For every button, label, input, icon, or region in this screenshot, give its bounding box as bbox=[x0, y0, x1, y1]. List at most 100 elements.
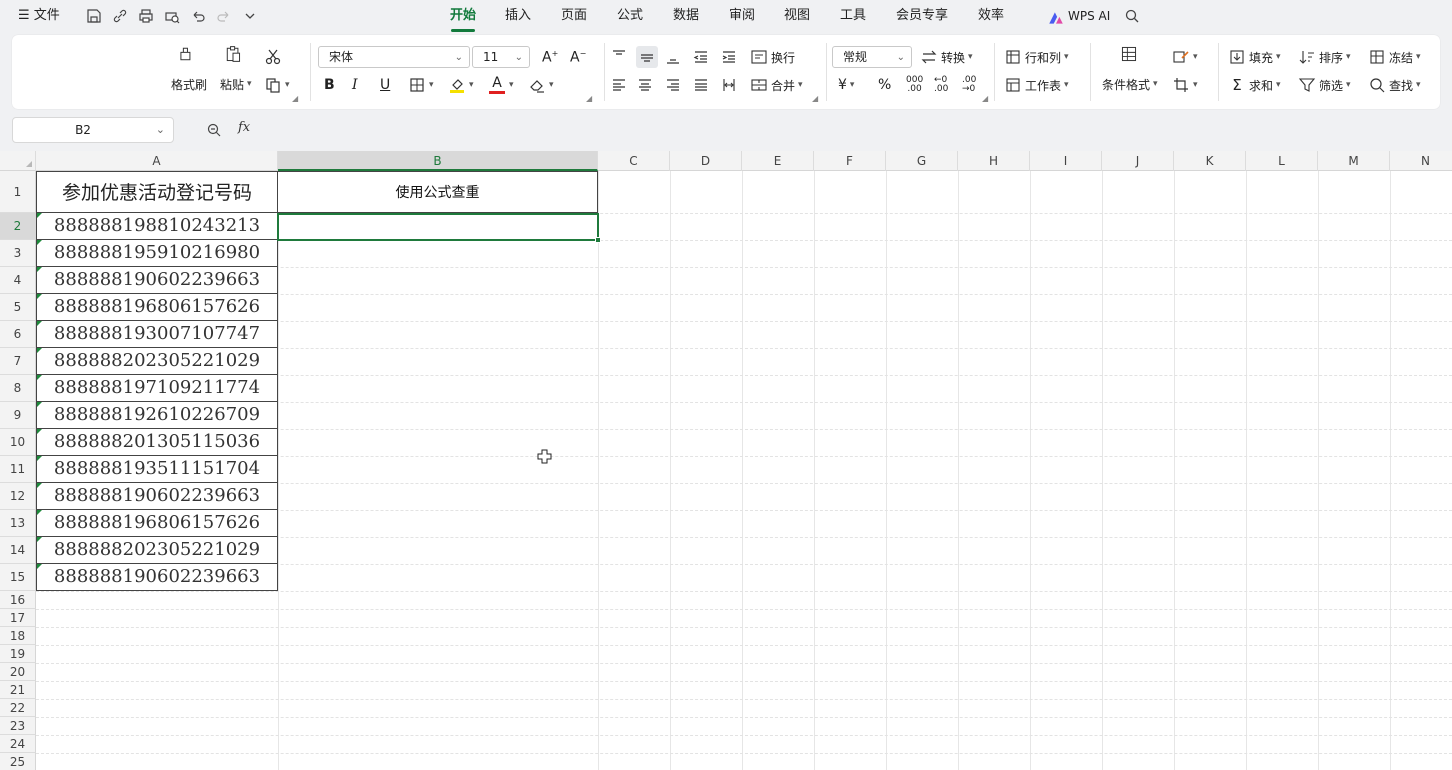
freeze-button[interactable]: 冻结 ▾ bbox=[1368, 46, 1421, 68]
align-bottom-icon[interactable] bbox=[664, 46, 682, 68]
format-painter-icon[interactable] bbox=[176, 45, 198, 67]
cell-a8[interactable]: 888888197109211774 bbox=[36, 375, 278, 402]
row-header-20[interactable]: 20 bbox=[0, 663, 36, 681]
fill-handle[interactable] bbox=[595, 237, 601, 243]
cell-a13[interactable]: 888888196806157626 bbox=[36, 510, 278, 537]
wps-ai-button[interactable]: WPS AI bbox=[1047, 0, 1110, 32]
row-header-22[interactable]: 22 bbox=[0, 699, 36, 717]
column-header-l[interactable]: L bbox=[1246, 151, 1318, 171]
row-header-16[interactable]: 16 bbox=[0, 591, 36, 609]
decrease-indent-icon[interactable] bbox=[692, 46, 710, 68]
fill-color-button[interactable]: ▾ bbox=[448, 74, 474, 96]
number-dialog-launcher-icon[interactable]: ◢ bbox=[982, 93, 988, 103]
cell-a3[interactable]: 888888195910216980 bbox=[36, 240, 278, 267]
find-button[interactable]: 查找 ▾ bbox=[1368, 74, 1421, 96]
cell-a2[interactable]: 888888198810243213 bbox=[36, 213, 278, 240]
cell-a5[interactable]: 888888196806157626 bbox=[36, 294, 278, 321]
conditional-format-button[interactable]: 条件格式 ▾ bbox=[1102, 73, 1158, 95]
row-header-21[interactable]: 21 bbox=[0, 681, 36, 699]
row-header-1[interactable]: 1 bbox=[0, 171, 36, 213]
row-header-14[interactable]: 14 bbox=[0, 537, 36, 564]
thousands-separator-icon[interactable]: 000.00 bbox=[906, 74, 923, 96]
column-header-n[interactable]: N bbox=[1390, 151, 1452, 171]
tab-efficiency[interactable]: 效率 bbox=[978, 0, 1004, 32]
cell-format-button[interactable]: ▾ bbox=[1172, 74, 1198, 96]
column-header-k[interactable]: K bbox=[1174, 151, 1246, 171]
tab-home[interactable]: 开始 bbox=[450, 0, 476, 32]
align-left-icon[interactable] bbox=[610, 74, 628, 96]
font-name-select[interactable]: 宋体 ⌄ bbox=[318, 46, 470, 68]
column-header-g[interactable]: G bbox=[886, 151, 958, 171]
row-header-24[interactable]: 24 bbox=[0, 735, 36, 753]
copy-button[interactable]: ▾ bbox=[264, 74, 290, 96]
undo-icon[interactable] bbox=[190, 8, 206, 24]
clipboard-dialog-launcher-icon[interactable]: ◢ bbox=[292, 93, 298, 103]
cell-a12[interactable]: 888888190602239663 bbox=[36, 483, 278, 510]
percent-icon[interactable]: % bbox=[878, 74, 891, 96]
cell-a14[interactable]: 888888202305221029 bbox=[36, 537, 278, 564]
cell-b1-header[interactable]: 使用公式查重 bbox=[278, 171, 598, 213]
cell-a9[interactable]: 888888192610226709 bbox=[36, 402, 278, 429]
cell-a11[interactable]: 888888193511151704 bbox=[36, 456, 278, 483]
decrease-font-size-icon[interactable]: A− bbox=[570, 46, 586, 68]
chevron-down-icon[interactable] bbox=[242, 8, 258, 24]
column-header-i[interactable]: I bbox=[1030, 151, 1102, 171]
rows-columns-button[interactable]: 行和列 ▾ bbox=[1004, 46, 1069, 68]
row-header-13[interactable]: 13 bbox=[0, 510, 36, 537]
alignment-dialog-launcher-icon[interactable]: ◢ bbox=[812, 93, 818, 103]
tab-member[interactable]: 会员专享 bbox=[896, 0, 948, 32]
row-header-25[interactable]: 25 bbox=[0, 753, 36, 770]
column-header-c[interactable]: C bbox=[598, 151, 670, 171]
paste-button[interactable]: 粘贴 ▾ bbox=[220, 73, 252, 95]
currency-button[interactable]: ¥ ▾ bbox=[838, 74, 854, 96]
tab-tools[interactable]: 工具 bbox=[840, 0, 866, 32]
font-dialog-launcher-icon[interactable]: ◢ bbox=[586, 93, 592, 103]
spreadsheet-grid[interactable]: ABCDEFGHIJKLMN 1 2 3 4 5 6 7 8 9 10 11 12 13 14 15 16 17… bbox=[0, 151, 1452, 770]
redo-icon[interactable] bbox=[216, 8, 232, 24]
cell-a7[interactable]: 888888202305221029 bbox=[36, 348, 278, 375]
formula-input[interactable] bbox=[262, 117, 1440, 143]
row-header-19[interactable]: 19 bbox=[0, 645, 36, 663]
justify-icon[interactable] bbox=[692, 74, 710, 96]
column-header-b[interactable]: B bbox=[278, 151, 598, 171]
column-header-d[interactable]: D bbox=[670, 151, 742, 171]
save-icon[interactable] bbox=[86, 8, 102, 24]
tab-review[interactable]: 审阅 bbox=[729, 0, 755, 32]
bold-button[interactable]: B bbox=[324, 74, 335, 96]
increase-indent-icon[interactable] bbox=[720, 46, 738, 68]
print-icon[interactable] bbox=[138, 8, 154, 24]
row-header-5[interactable]: 5 bbox=[0, 294, 36, 321]
tab-view[interactable]: 视图 bbox=[784, 0, 810, 32]
italic-button[interactable]: I bbox=[352, 74, 358, 96]
row-header-7[interactable]: 7 bbox=[0, 348, 36, 375]
row-header-9[interactable]: 9 bbox=[0, 402, 36, 429]
fill-button[interactable]: 填充 ▾ bbox=[1228, 46, 1281, 68]
tab-insert[interactable]: 插入 bbox=[505, 0, 531, 32]
row-header-6[interactable]: 6 bbox=[0, 321, 36, 348]
cell-a10[interactable]: 888888201305115036 bbox=[36, 429, 278, 456]
wrap-text-button[interactable]: 换行 bbox=[750, 46, 795, 68]
paste-icon[interactable] bbox=[224, 45, 246, 67]
align-center-icon[interactable] bbox=[636, 74, 654, 96]
select-all-corner[interactable] bbox=[0, 151, 36, 171]
align-right-icon[interactable] bbox=[664, 74, 682, 96]
search-icon[interactable] bbox=[1124, 8, 1140, 24]
sum-button[interactable]: Σ 求和 ▾ bbox=[1228, 74, 1280, 96]
column-header-m[interactable]: M bbox=[1318, 151, 1390, 171]
sort-button[interactable]: 排序 ▾ bbox=[1298, 46, 1351, 68]
column-header-j[interactable]: J bbox=[1102, 151, 1174, 171]
cell-style-button[interactable]: ▾ bbox=[1172, 46, 1198, 68]
tab-page[interactable]: 页面 bbox=[561, 0, 587, 32]
convert-button[interactable]: 转换 ▾ bbox=[920, 46, 973, 68]
format-painter-button[interactable]: 格式刷 bbox=[171, 73, 207, 95]
align-top-icon[interactable] bbox=[610, 46, 628, 68]
conditional-format-icon[interactable] bbox=[1120, 45, 1142, 67]
filter-button[interactable]: 筛选 ▾ bbox=[1298, 74, 1351, 96]
column-header-a[interactable]: A bbox=[36, 151, 278, 171]
row-header-17[interactable]: 17 bbox=[0, 609, 36, 627]
row-header-18[interactable]: 18 bbox=[0, 627, 36, 645]
number-format-select[interactable]: 常规 ⌄ bbox=[832, 46, 912, 68]
zoom-icon[interactable] bbox=[206, 122, 222, 138]
row-header-10[interactable]: 10 bbox=[0, 429, 36, 456]
increase-decimal-icon[interactable]: ←0.00 bbox=[934, 74, 948, 96]
